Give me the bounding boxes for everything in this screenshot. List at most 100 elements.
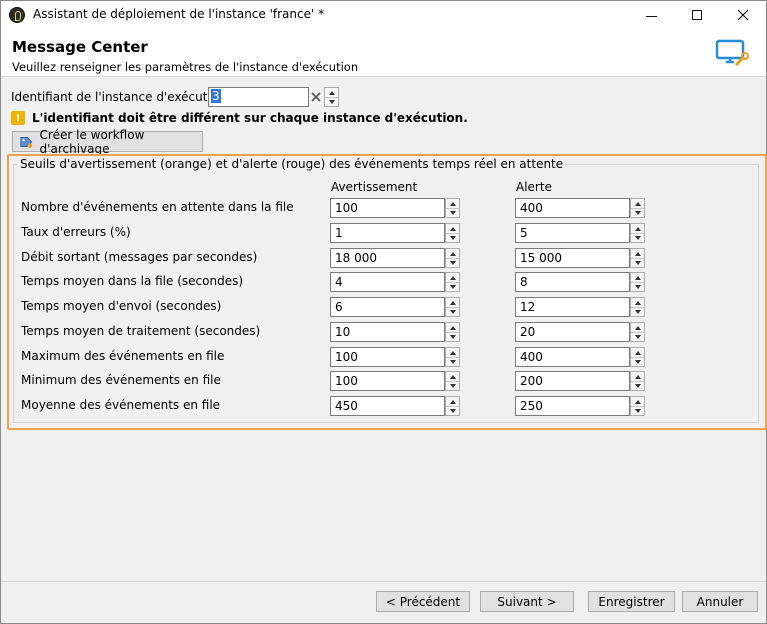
spin-down-icon[interactable] <box>446 208 459 217</box>
spin-down-icon[interactable] <box>631 282 644 291</box>
clear-button[interactable] <box>309 88 323 106</box>
spin-up-icon[interactable] <box>325 88 338 97</box>
close-icon <box>737 9 749 21</box>
spin-up-icon[interactable] <box>446 273 459 282</box>
warning-threshold-spinner[interactable] <box>445 272 460 292</box>
warning-icon: ! <box>11 111 25 125</box>
spin-down-icon[interactable] <box>631 233 644 242</box>
spin-up-icon[interactable] <box>631 298 644 307</box>
alert-threshold-input[interactable]: 20 <box>515 322 630 342</box>
alert-threshold-input[interactable]: 12 <box>515 297 630 317</box>
alert-threshold-spinner[interactable] <box>630 396 645 416</box>
threshold-row-label: Débit sortant (messages par secondes) <box>21 250 258 264</box>
spin-down-icon[interactable] <box>631 381 644 390</box>
footer-separator <box>1 581 766 582</box>
page-title: Message Center <box>12 38 148 56</box>
threshold-row-label: Minimum des événements en file <box>21 373 221 387</box>
alert-threshold-input[interactable]: 15 000 <box>515 248 630 268</box>
spin-down-icon[interactable] <box>631 357 644 366</box>
identifier-input[interactable]: 3 <box>208 87 309 107</box>
spin-up-icon[interactable] <box>446 199 459 208</box>
warning-threshold-spinner[interactable] <box>445 396 460 416</box>
alert-threshold-spinner[interactable] <box>630 322 645 342</box>
previous-button[interactable]: < Précédent <box>376 591 470 612</box>
alert-threshold-input[interactable]: 400 <box>515 198 630 218</box>
spin-up-icon[interactable] <box>631 397 644 406</box>
alert-threshold-spinner[interactable] <box>630 198 645 218</box>
spin-down-icon[interactable] <box>446 282 459 291</box>
spin-up-icon[interactable] <box>631 323 644 332</box>
spin-down-icon[interactable] <box>631 258 644 267</box>
page-subtitle: Veuillez renseigner les paramètres de l'… <box>12 60 359 74</box>
close-button[interactable] <box>720 1 766 29</box>
spin-up-icon[interactable] <box>446 298 459 307</box>
cancel-button[interactable]: Annuler <box>682 591 758 612</box>
save-button[interactable]: Enregistrer <box>588 591 675 612</box>
threshold-row-label: Moyenne des événements en file <box>21 398 221 412</box>
spin-up-icon[interactable] <box>446 372 459 381</box>
warning-threshold-spinner[interactable] <box>445 223 460 243</box>
alert-threshold-spinner[interactable] <box>630 297 645 317</box>
spin-down-icon[interactable] <box>446 307 459 316</box>
warning-threshold-input[interactable]: 100 <box>330 198 445 218</box>
alert-threshold-input[interactable]: 5 <box>515 223 630 243</box>
spin-up-icon[interactable] <box>446 348 459 357</box>
spin-down-icon[interactable] <box>446 332 459 341</box>
identifier-value: 3 <box>211 89 221 103</box>
warning-threshold-input[interactable]: 6 <box>330 297 445 317</box>
spin-up-icon[interactable] <box>446 224 459 233</box>
spin-up-icon[interactable] <box>631 348 644 357</box>
spin-down-icon[interactable] <box>446 233 459 242</box>
alert-threshold-spinner[interactable] <box>630 248 645 268</box>
warning-threshold-input[interactable]: 4 <box>330 272 445 292</box>
column-header-alert: Alerte <box>516 180 552 194</box>
warning-threshold-input[interactable]: 100 <box>330 347 445 367</box>
alert-threshold-spinner[interactable] <box>630 272 645 292</box>
threshold-row-label: Temps moyen dans la file (secondes) <box>21 274 244 288</box>
spin-up-icon[interactable] <box>446 397 459 406</box>
spin-down-icon[interactable] <box>325 97 338 106</box>
threshold-row-label: Taux d'erreurs (%) <box>21 225 131 239</box>
warning-threshold-input[interactable]: 1 <box>330 223 445 243</box>
spin-down-icon[interactable] <box>446 381 459 390</box>
spin-up-icon[interactable] <box>631 199 644 208</box>
warning-threshold-spinner[interactable] <box>445 198 460 218</box>
warning-threshold-spinner[interactable] <box>445 347 460 367</box>
warning-threshold-input[interactable]: 18 000 <box>330 248 445 268</box>
warning-threshold-spinner[interactable] <box>445 371 460 391</box>
spin-up-icon[interactable] <box>631 273 644 282</box>
warning-threshold-input[interactable]: 10 <box>330 322 445 342</box>
clear-icon <box>311 92 321 102</box>
maximize-icon <box>692 10 702 20</box>
minimize-icon <box>645 15 657 17</box>
spin-up-icon[interactable] <box>446 323 459 332</box>
spin-up-icon[interactable] <box>631 249 644 258</box>
alert-threshold-input[interactable]: 250 <box>515 396 630 416</box>
warning-threshold-input[interactable]: 450 <box>330 396 445 416</box>
warning-threshold-spinner[interactable] <box>445 248 460 268</box>
spin-down-icon[interactable] <box>631 406 644 415</box>
spin-down-icon[interactable] <box>446 406 459 415</box>
warning-threshold-spinner[interactable] <box>445 297 460 317</box>
alert-threshold-input[interactable]: 8 <box>515 272 630 292</box>
spin-down-icon[interactable] <box>446 258 459 267</box>
alert-threshold-spinner[interactable] <box>630 223 645 243</box>
spin-up-icon[interactable] <box>631 372 644 381</box>
next-button[interactable]: Suivant > <box>480 591 574 612</box>
alert-threshold-input[interactable]: 200 <box>515 371 630 391</box>
alert-threshold-input[interactable]: 400 <box>515 347 630 367</box>
maximize-button[interactable] <box>674 1 720 29</box>
warning-threshold-input[interactable]: 100 <box>330 371 445 391</box>
spin-down-icon[interactable] <box>631 307 644 316</box>
spin-down-icon[interactable] <box>631 332 644 341</box>
alert-threshold-spinner[interactable] <box>630 371 645 391</box>
create-archive-workflow-button[interactable]: Créer le workflow d'archivage <box>12 128 203 156</box>
spin-up-icon[interactable] <box>446 249 459 258</box>
identifier-spinner[interactable] <box>324 87 339 107</box>
minimize-button[interactable] <box>628 1 674 29</box>
spin-up-icon[interactable] <box>631 224 644 233</box>
spin-down-icon[interactable] <box>446 357 459 366</box>
warning-threshold-spinner[interactable] <box>445 322 460 342</box>
alert-threshold-spinner[interactable] <box>630 347 645 367</box>
spin-down-icon[interactable] <box>631 208 644 217</box>
